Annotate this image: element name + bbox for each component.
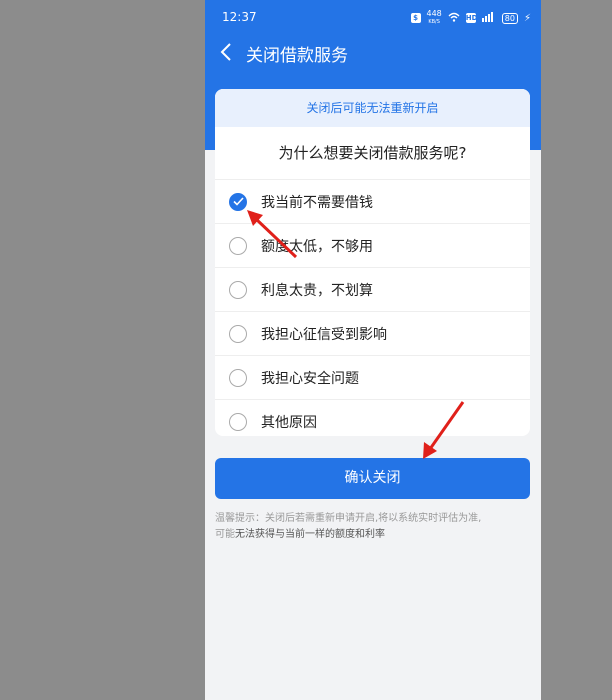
radio-unchecked[interactable] <box>229 280 247 299</box>
confirm-close-button[interactable]: 确认关闭 <box>215 458 530 499</box>
network-speed: 448 KB/S <box>427 10 442 26</box>
option-list: 我当前不需要借钱 额度太低，不够用 利息太贵，不划算 我担心征信受到影响 我担心… <box>215 180 530 436</box>
back-arrow-icon <box>220 43 231 61</box>
reason-card: 关闭后可能无法重新开启 为什么想要关闭借款服务呢? 我当前不需要借钱 额度太低，… <box>215 89 530 436</box>
question-title: 为什么想要关闭借款服务呢? <box>215 127 530 180</box>
option-credit-concern[interactable]: 我担心征信受到影响 <box>215 312 530 356</box>
option-security-concern[interactable]: 我担心安全问题 <box>215 356 530 400</box>
status-bar: 12:37 $ 448 KB/S HD 80 ⚡ <box>205 0 541 30</box>
check-icon <box>232 197 244 206</box>
battery-icon: 80 <box>501 12 518 24</box>
radio-unchecked[interactable] <box>229 324 247 343</box>
option-label: 其他原因 <box>261 414 317 431</box>
signal-icon <box>481 11 496 25</box>
tip-line2-prefix: 可能 <box>215 529 235 540</box>
option-high-interest[interactable]: 利息太贵，不划算 <box>215 268 530 312</box>
option-label: 我担心征信受到影响 <box>261 326 387 343</box>
option-label: 我担心安全问题 <box>261 370 359 387</box>
tip-line2-strong: 无法获得与当前一样的额度和利率 <box>235 529 385 540</box>
phone-screen: 12:37 $ 448 KB/S HD 80 ⚡ 关闭借款服务 关闭后可能无法重… <box>205 0 541 700</box>
page-title: 关闭借款服务 <box>246 46 348 66</box>
status-icons: $ 448 KB/S HD 80 ⚡ <box>410 10 531 26</box>
speed-value: 448 <box>426 9 442 18</box>
hd-icon: HD <box>465 13 478 23</box>
option-no-need[interactable]: 我当前不需要借钱 <box>215 180 530 224</box>
speed-unit: KB/S <box>428 19 440 25</box>
charging-icon: ⚡ <box>523 12 531 24</box>
radio-unchecked[interactable] <box>229 368 247 387</box>
wifi-icon <box>448 12 460 25</box>
option-label: 我当前不需要借钱 <box>261 194 373 211</box>
radio-checked[interactable] <box>229 192 247 211</box>
radio-unchecked[interactable] <box>229 236 247 255</box>
close-notice: 关闭后可能无法重新开启 <box>215 89 530 127</box>
option-label: 额度太低，不够用 <box>261 238 373 255</box>
option-low-limit[interactable]: 额度太低，不够用 <box>215 224 530 268</box>
warm-tip: 温馨提示：关闭后若需重新申请开启,将以系统实时评估为准, 可能无法获得与当前一样… <box>215 511 531 543</box>
radio-unchecked[interactable] <box>229 412 247 431</box>
shield-icon: $ <box>410 13 421 23</box>
tip-line1: 温馨提示：关闭后若需重新申请开启,将以系统实时评估为准, <box>215 513 482 524</box>
back-button[interactable] <box>219 42 233 62</box>
status-time: 12:37 <box>222 10 257 24</box>
option-label: 利息太贵，不划算 <box>261 282 373 299</box>
option-other[interactable]: 其他原因 <box>215 400 530 436</box>
